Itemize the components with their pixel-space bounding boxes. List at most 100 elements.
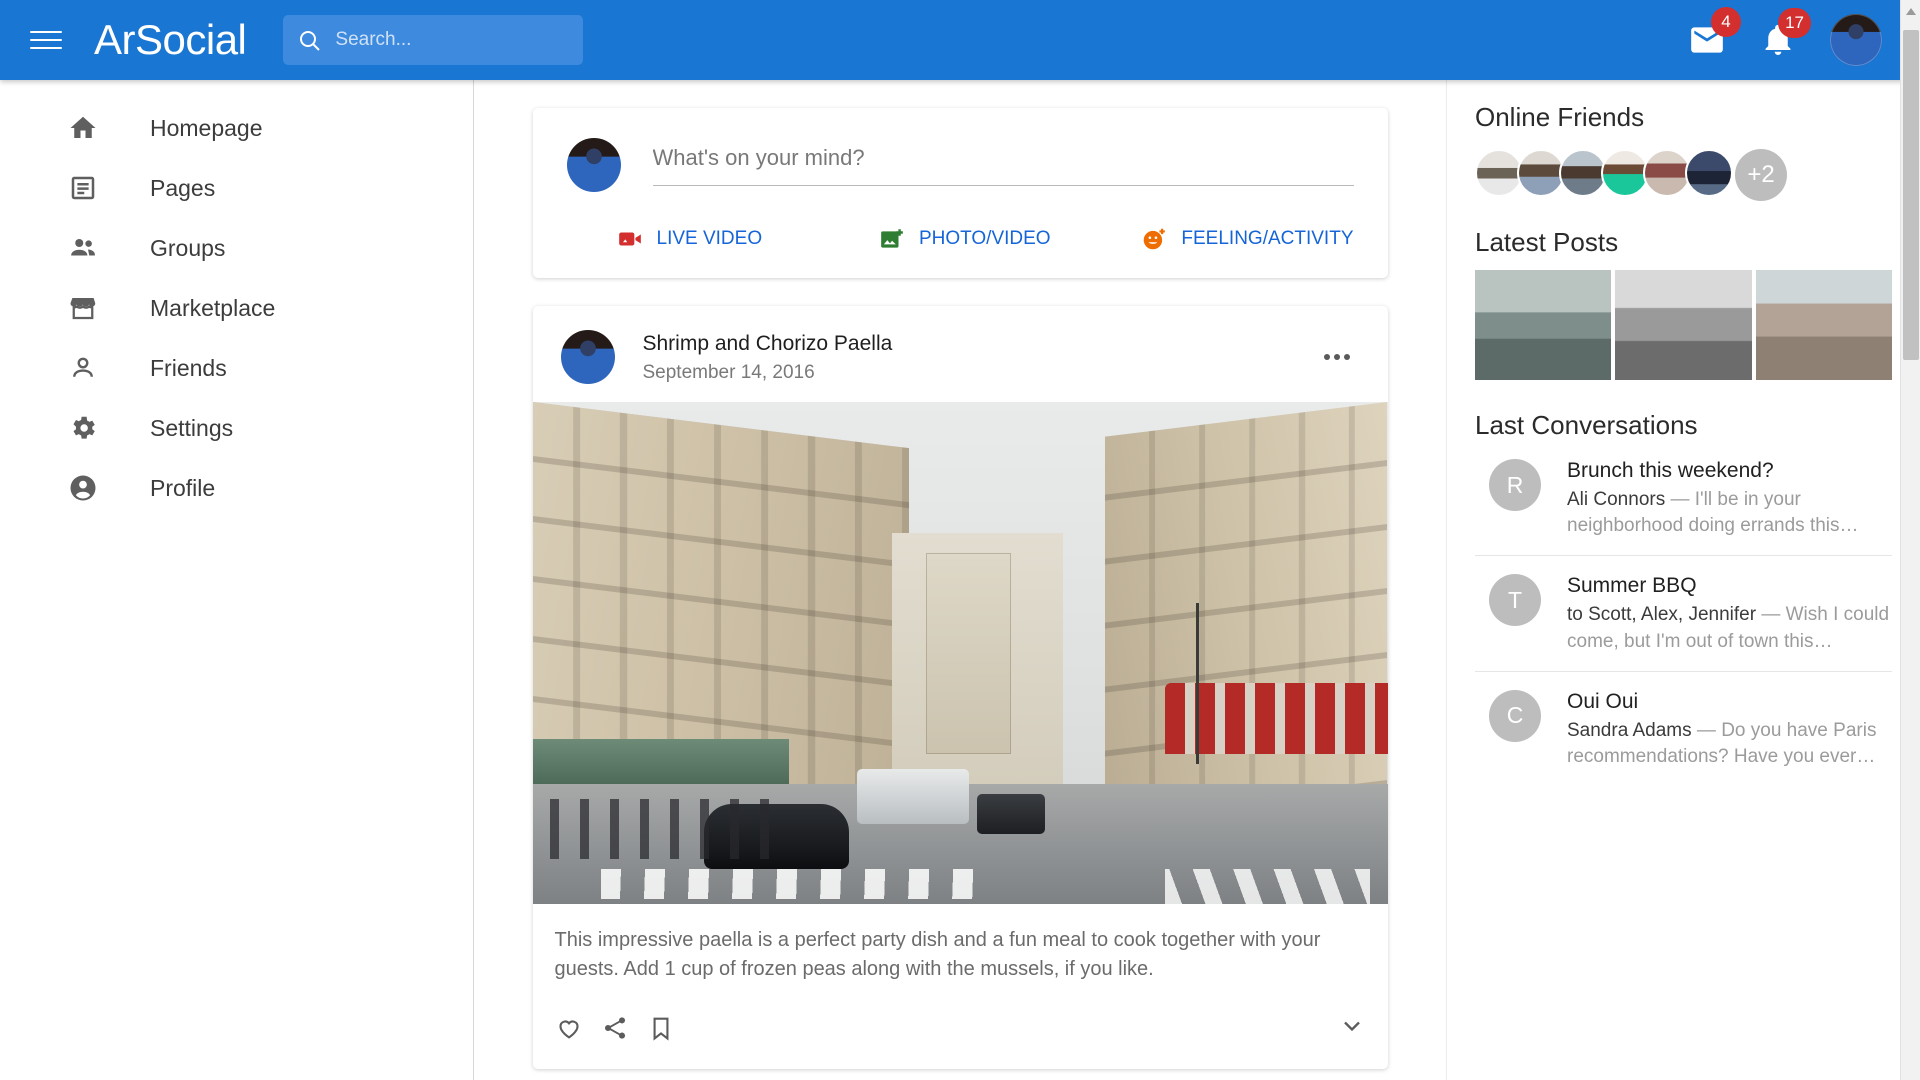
sidebar-item-settings[interactable]: Settings <box>0 398 473 458</box>
conversation-avatar: R <box>1489 459 1541 511</box>
friend-avatar[interactable] <box>1685 149 1733 197</box>
notifications-badge: 17 <box>1778 8 1811 38</box>
chevron-down-icon <box>1343 1021 1360 1031</box>
conversation-preview: Ali Connors — I'll be in your neighborho… <box>1567 487 1892 539</box>
conversation-avatar: T <box>1489 574 1541 627</box>
photo-video-button[interactable]: PHOTO/VIDEO <box>879 226 1141 252</box>
post-image <box>532 402 1388 905</box>
conversation-item[interactable]: C Oui Oui Sandra Adams — Do you have Par… <box>1475 670 1892 786</box>
online-friends-list: +2 <box>1475 149 1892 201</box>
home-icon <box>70 116 96 138</box>
post-date: September 14, 2016 <box>642 362 815 384</box>
street-portrait-thumbnail[interactable] <box>1615 270 1752 380</box>
scrollbar-thumb[interactable] <box>1903 30 1919 360</box>
friend-avatar[interactable] <box>1475 149 1523 197</box>
sidebar-item-groups[interactable]: Groups <box>0 218 473 278</box>
sidebar-item-label: Marketplace <box>150 294 276 321</box>
composer-top <box>566 138 1354 192</box>
heart-icon <box>558 1020 579 1039</box>
avatar[interactable] <box>560 330 615 385</box>
latest-posts-title: Latest Posts <box>1475 227 1619 257</box>
cafe-window-thumbnail[interactable] <box>1475 270 1612 380</box>
bookmark-icon <box>653 1017 668 1041</box>
post-title: Shrimp and Chorizo Paella <box>642 332 893 355</box>
friend-avatar[interactable] <box>1643 149 1691 197</box>
feeling-activity-button[interactable]: FEELING/ACTIVITY <box>1141 226 1354 252</box>
body-row: Homepage Pages Groups Marketplace Friend… <box>0 80 1920 1080</box>
photo-video-label: PHOTO/VIDEO <box>918 228 1051 249</box>
composer-input[interactable] <box>652 144 1354 186</box>
sidebar-item-label: Homepage <box>150 114 263 141</box>
conversation-title: Summer BBQ <box>1567 574 1697 598</box>
composer-card: LIVE VIDEO PHOTO/VIDEO <box>532 108 1388 278</box>
right-sidebar: Online Friends +2 Latest Posts Last Conv… <box>1446 80 1920 1080</box>
share-icon <box>604 1017 625 1039</box>
conversation-text: Summer BBQ to Scott, Alex, Jennifer — Wi… <box>1567 574 1892 654</box>
conversation-item[interactable]: R Brunch this weekend? Ali Connors — I'l… <box>1475 441 1892 555</box>
more-options-icon[interactable] <box>1314 344 1360 370</box>
video-camera-icon <box>618 232 641 246</box>
hamburger-menu-icon[interactable] <box>26 20 66 60</box>
search-input[interactable] <box>335 29 570 51</box>
conversation-item[interactable]: T Summer BBQ to Scott, Alex, Jennifer — … <box>1475 555 1892 670</box>
sidebar-item-label: Groups <box>150 234 226 261</box>
search-icon <box>300 31 321 51</box>
sidebar-item-homepage[interactable]: Homepage <box>0 98 473 158</box>
friends-overflow-badge[interactable]: +2 <box>1735 149 1787 201</box>
street-lamp <box>1196 603 1200 764</box>
mail-badge: 4 <box>1711 7 1741 37</box>
store-icon <box>70 298 96 320</box>
sidebar-item-label: Profile <box>150 474 216 501</box>
account-circle-icon <box>70 475 96 501</box>
emoji-icon <box>1144 228 1166 250</box>
conversation-sender: Ali Connors <box>1567 489 1666 510</box>
sidebar-item-label: Settings <box>150 414 234 441</box>
pedestrians <box>549 798 789 860</box>
people-icon <box>71 239 95 256</box>
sidebar-item-friends[interactable]: Friends <box>0 338 473 398</box>
live-video-label: LIVE VIDEO <box>656 228 763 249</box>
sidebar-item-pages[interactable]: Pages <box>0 158 473 218</box>
conversation-avatar: C <box>1489 689 1541 742</box>
notifications-button[interactable]: 17 <box>1760 8 1811 58</box>
like-button[interactable] <box>555 1009 601 1047</box>
right-buildings <box>1105 402 1388 839</box>
gear-icon <box>73 416 95 439</box>
expand-post-button[interactable] <box>1338 1012 1366 1045</box>
post-body: This impressive paella is a perfect part… <box>554 929 1321 980</box>
market-arcade-thumbnail[interactable] <box>1755 270 1892 380</box>
post-card: Shrimp and Chorizo Paella September 14, … <box>532 306 1388 1070</box>
avatar[interactable] <box>566 138 621 192</box>
conversation-text: Oui Oui Sandra Adams — Do you have Paris… <box>1567 690 1892 770</box>
friend-avatar[interactable] <box>1517 149 1565 197</box>
crosswalk <box>600 869 995 900</box>
sidebar-item-label: Pages <box>150 174 216 201</box>
sidebar-item-marketplace[interactable]: Marketplace <box>0 278 473 338</box>
avatar[interactable] <box>1830 14 1882 66</box>
mail-button[interactable]: 4 <box>1688 7 1741 59</box>
page-scrollbar[interactable] <box>1900 0 1920 1080</box>
last-conversations-title: Last Conversations <box>1475 410 1698 440</box>
friend-avatar[interactable] <box>1601 149 1649 197</box>
person-icon <box>73 357 93 377</box>
conversation-sender: to Scott, Alex, Jennifer <box>1567 604 1757 626</box>
scroll-up-arrow-icon[interactable] <box>1906 8 1916 15</box>
sidebar: Homepage Pages Groups Marketplace Friend… <box>0 80 474 1080</box>
conversation-title: Oui Oui <box>1567 689 1639 713</box>
conversation-sender: Sandra Adams <box>1567 719 1692 741</box>
share-button[interactable] <box>601 1009 647 1047</box>
sidebar-item-profile[interactable]: Profile <box>0 458 473 518</box>
feeling-activity-label: FEELING/ACTIVITY <box>1181 228 1354 249</box>
friend-avatar[interactable] <box>1559 149 1607 197</box>
online-friends-title: Online Friends <box>1475 102 1645 132</box>
app-brand: ArSocial <box>94 16 247 63</box>
conversation-text: Brunch this weekend? Ali Connors — I'll … <box>1567 459 1892 539</box>
crosswalk-secondary <box>1165 869 1371 905</box>
shop-awning <box>532 738 789 784</box>
post-meta: Shrimp and Chorizo Paella September 14, … <box>643 330 893 384</box>
bookmark-button[interactable] <box>647 1009 693 1047</box>
live-video-button[interactable]: LIVE VIDEO <box>617 226 879 252</box>
search-box[interactable] <box>283 15 584 65</box>
app-root: ArSocial 4 17 <box>0 0 1920 1080</box>
post-actions <box>533 1001 1388 1069</box>
